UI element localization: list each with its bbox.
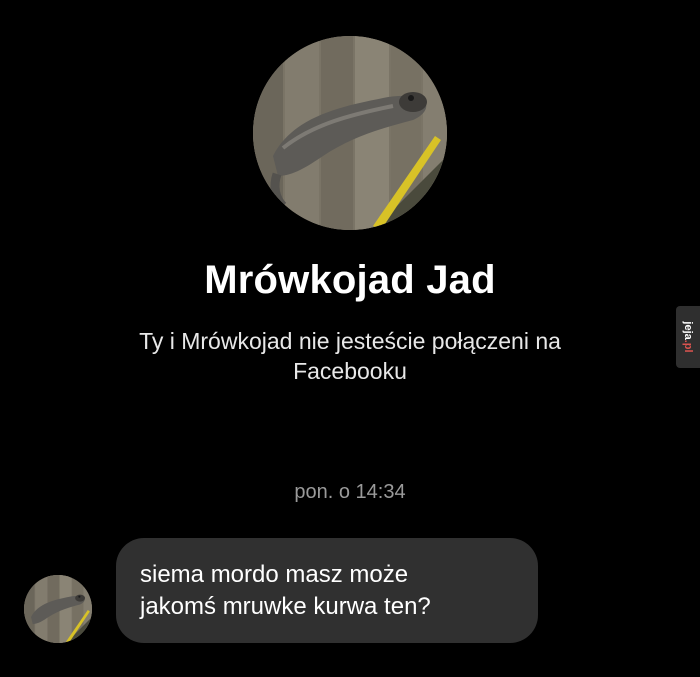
anteater-photo-icon	[24, 575, 92, 643]
jeja-watermark: jeja.pl	[676, 306, 700, 368]
profile-avatar[interactable]	[253, 36, 447, 230]
svg-text:jeja.pl: jeja.pl	[682, 320, 694, 352]
connection-status-line2: Facebooku	[293, 358, 407, 384]
watermark-logo-icon: jeja.pl	[682, 320, 694, 352]
message-bubble[interactable]: siema mordo masz może jakomś mruwke kurw…	[116, 538, 538, 643]
anteater-photo-icon	[253, 36, 447, 230]
connection-status-line1: Ty i Mrówkojad nie jesteście połączeni n…	[139, 328, 561, 354]
sender-avatar[interactable]	[24, 575, 92, 643]
message-text-line1: siema mordo masz może	[140, 561, 409, 588]
contact-name: Mrówkojad Jad	[204, 258, 496, 302]
message-text-line2: jakomś mruwke kurwa ten?	[140, 593, 431, 620]
message-timestamp: pon. o 14:34	[294, 481, 406, 503]
connection-status: Ty i Mrówkojad nie jesteście połączeni n…	[100, 326, 600, 386]
